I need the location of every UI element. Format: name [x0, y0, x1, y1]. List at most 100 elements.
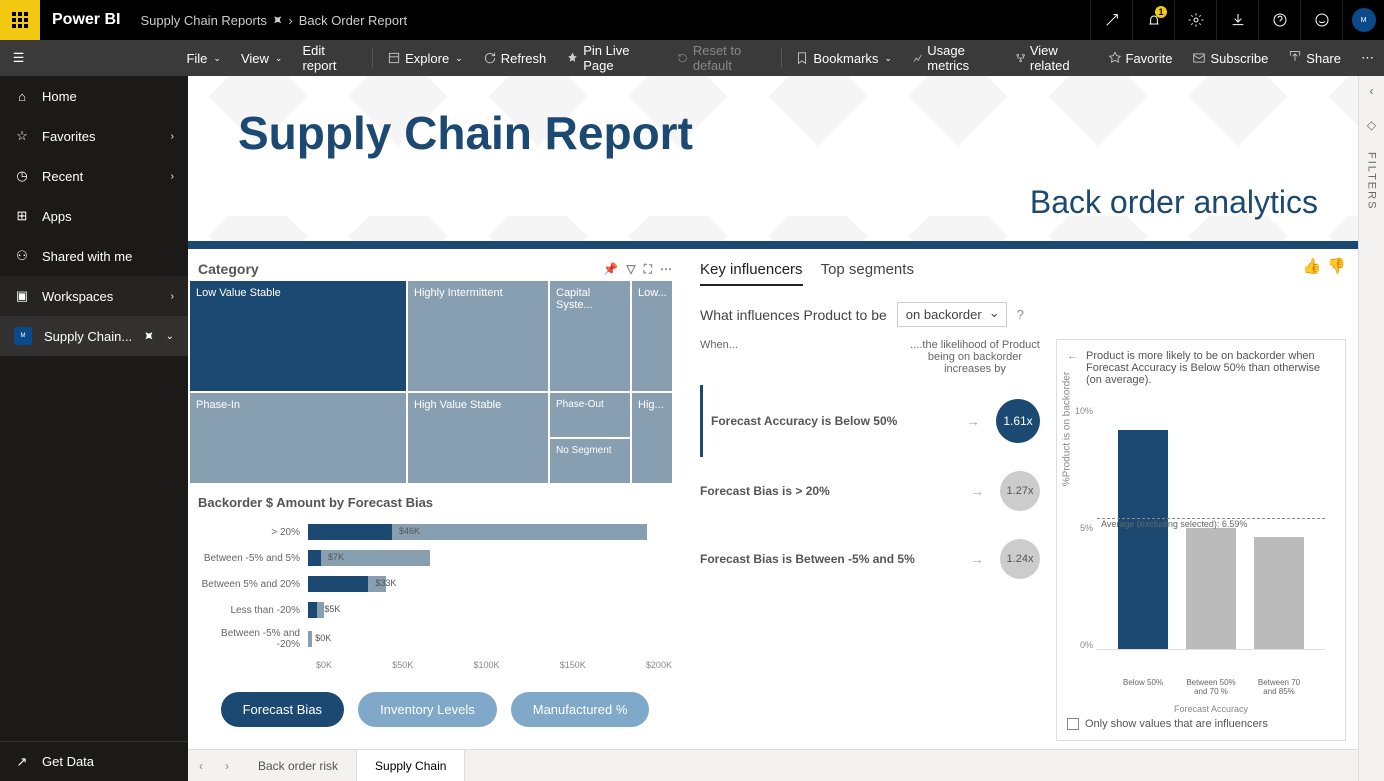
subscribe-label: Subscribe [1210, 51, 1268, 66]
ki-question-text: What influences Product to be [700, 307, 887, 323]
bookmarks-button[interactable]: Bookmarks⌄ [785, 51, 902, 66]
reset-button[interactable]: Reset to default [667, 43, 776, 73]
ki-filter-checkbox[interactable] [1067, 718, 1079, 730]
nav-shared[interactable]: ⚇Shared with me [0, 236, 188, 276]
nav-current-workspace[interactable]: MSupply Chain...⯍⌄ [0, 316, 188, 356]
treemap-cell[interactable]: High Value Stable [408, 393, 548, 483]
nav-favorites[interactable]: ☆Favorites› [0, 116, 188, 156]
treemap-cell[interactable]: Phase-Out [550, 393, 630, 437]
nav-recent[interactable]: ◷Recent› [0, 156, 188, 196]
file-menu[interactable]: File⌄ [176, 51, 231, 66]
page-tab-supply-chain[interactable]: Supply Chain [357, 750, 465, 781]
bar-segment[interactable] [308, 602, 317, 618]
treemap-cell[interactable]: Low... [632, 281, 672, 391]
edit-report-button[interactable]: Edit report [292, 43, 368, 73]
treemap-cell[interactable]: Low Value Stable [190, 281, 406, 391]
treemap-cell[interactable]: Hig... [632, 393, 672, 483]
share-label: Share [1306, 51, 1341, 66]
tab-top-segments[interactable]: Top segments [821, 261, 914, 286]
nav-get-data[interactable]: ↗Get Data [0, 741, 188, 781]
pill-manufactured[interactable]: Manufactured % [511, 692, 650, 727]
bookmarks-label: Bookmarks [813, 51, 878, 66]
tab-prev[interactable]: ‹ [188, 759, 214, 773]
ki-influencer-item[interactable]: Forecast Accuracy is Below 50% → 1.61x [700, 385, 1040, 457]
bookmark-rail-icon[interactable]: ◇ [1367, 118, 1376, 132]
view-menu[interactable]: View⌄ [231, 51, 293, 66]
nav-home-label: Home [42, 89, 77, 104]
feedback-icon[interactable] [1300, 0, 1342, 40]
bar-segment[interactable] [392, 524, 647, 540]
page-tab-backorder-risk[interactable]: Back order risk [240, 750, 357, 781]
ki-influencer-item[interactable]: Forecast Bias is > 20% → 1.27x [700, 457, 1040, 525]
account-avatar[interactable]: M [1342, 0, 1384, 40]
tab-key-influencers[interactable]: Key influencers [700, 261, 803, 286]
thumbs-down-icon[interactable]: 👎 [1327, 257, 1346, 275]
ki-help-icon[interactable]: ? [1017, 307, 1024, 322]
download-icon[interactable] [1216, 0, 1258, 40]
page-title: Supply Chain Report [238, 106, 1308, 160]
related-button[interactable]: View related [1005, 43, 1098, 73]
breadcrumb-report[interactable]: Back Order Report [299, 13, 407, 28]
treemap-cell[interactable]: Highly Intermittent [408, 281, 548, 391]
nav-home[interactable]: ⌂Home [0, 76, 188, 116]
category-treemap[interactable]: Low Value Stable Highly Intermittent Cap… [190, 281, 680, 483]
backorder-bar-chart[interactable]: Backorder $ Amount by Forecast Bias > 20… [190, 491, 680, 674]
rail-collapse-icon[interactable]: ‹ [1370, 84, 1374, 98]
bar-segment[interactable] [308, 576, 368, 592]
get-data-icon: ↗ [14, 754, 30, 770]
nav-workspaces[interactable]: ▣Workspaces› [0, 276, 188, 316]
bar-segment[interactable] [308, 550, 321, 566]
more-button[interactable]: ⋯ [1351, 50, 1384, 66]
nav-toggle[interactable]: ☰ [0, 50, 37, 66]
pill-inventory-levels[interactable]: Inventory Levels [358, 692, 497, 727]
apps-icon: ⊞ [14, 208, 30, 224]
app-launcher[interactable] [0, 0, 40, 40]
more-icon[interactable]: ⋯ [660, 262, 672, 277]
fullscreen-icon[interactable] [1090, 0, 1132, 40]
thumbs-up-icon[interactable]: 👍 [1303, 257, 1322, 275]
explore-button[interactable]: Explore⌄ [377, 51, 473, 66]
treemap-cell[interactable]: Phase-In [190, 393, 406, 483]
app-brand: Power BI [40, 11, 140, 29]
help-icon[interactable] [1258, 0, 1300, 40]
nav-apps[interactable]: ⊞Apps [0, 196, 188, 236]
ki-influencer-item[interactable]: Forecast Bias is Between -5% and 5% → 1.… [700, 525, 1040, 593]
bar-value-label: $33K [375, 578, 396, 588]
bar-segment[interactable] [308, 524, 392, 540]
subscribe-button[interactable]: Subscribe [1182, 51, 1278, 66]
favorite-label: Favorite [1126, 51, 1173, 66]
tab-next[interactable]: › [214, 759, 240, 773]
arrow-right-icon: → [966, 413, 996, 429]
ki-outcome-select[interactable]: on backorder [897, 302, 1007, 327]
bar-axis-tick: $100K [473, 660, 499, 670]
bar-category-label: Between -5% and -20% [198, 628, 308, 650]
bar-axis-tick: $200K [646, 660, 672, 670]
bar-value-label: $7K [328, 552, 344, 562]
filter-icon[interactable]: ▽ [626, 262, 635, 277]
star-icon: ☆ [14, 128, 30, 144]
bar-segment[interactable] [317, 602, 324, 618]
bar-axis-tick: $0K [316, 660, 332, 670]
ki-value-bubble: 1.61x [996, 399, 1040, 443]
pin-icon[interactable]: 📌 [603, 262, 618, 277]
focus-icon[interactable]: ⛶ [644, 262, 652, 277]
settings-icon[interactable] [1174, 0, 1216, 40]
bar-segment[interactable] [308, 631, 312, 647]
bar-value-label: $5K [324, 604, 340, 614]
pin-button[interactable]: Pin Live Page [556, 43, 667, 73]
clock-icon: ◷ [14, 168, 30, 184]
favorite-button[interactable]: Favorite [1098, 51, 1183, 66]
breadcrumb-workspace[interactable]: Supply Chain Reports [140, 13, 266, 28]
explore-label: Explore [405, 51, 449, 66]
arrow-right-icon: → [970, 483, 1000, 499]
notifications-icon[interactable]: 1 [1132, 0, 1174, 40]
pill-forecast-bias[interactable]: Forecast Bias [221, 692, 344, 727]
treemap-cell[interactable]: Capital Syste... [550, 281, 630, 391]
refresh-button[interactable]: Refresh [473, 51, 557, 66]
usage-button[interactable]: Usage metrics [902, 43, 1005, 73]
file-label: File [186, 51, 207, 66]
filters-pane-toggle[interactable]: FILTERS [1366, 152, 1378, 210]
share-button[interactable]: Share [1278, 51, 1351, 66]
view-label: View [241, 51, 269, 66]
treemap-cell[interactable]: No Segment [550, 439, 630, 483]
